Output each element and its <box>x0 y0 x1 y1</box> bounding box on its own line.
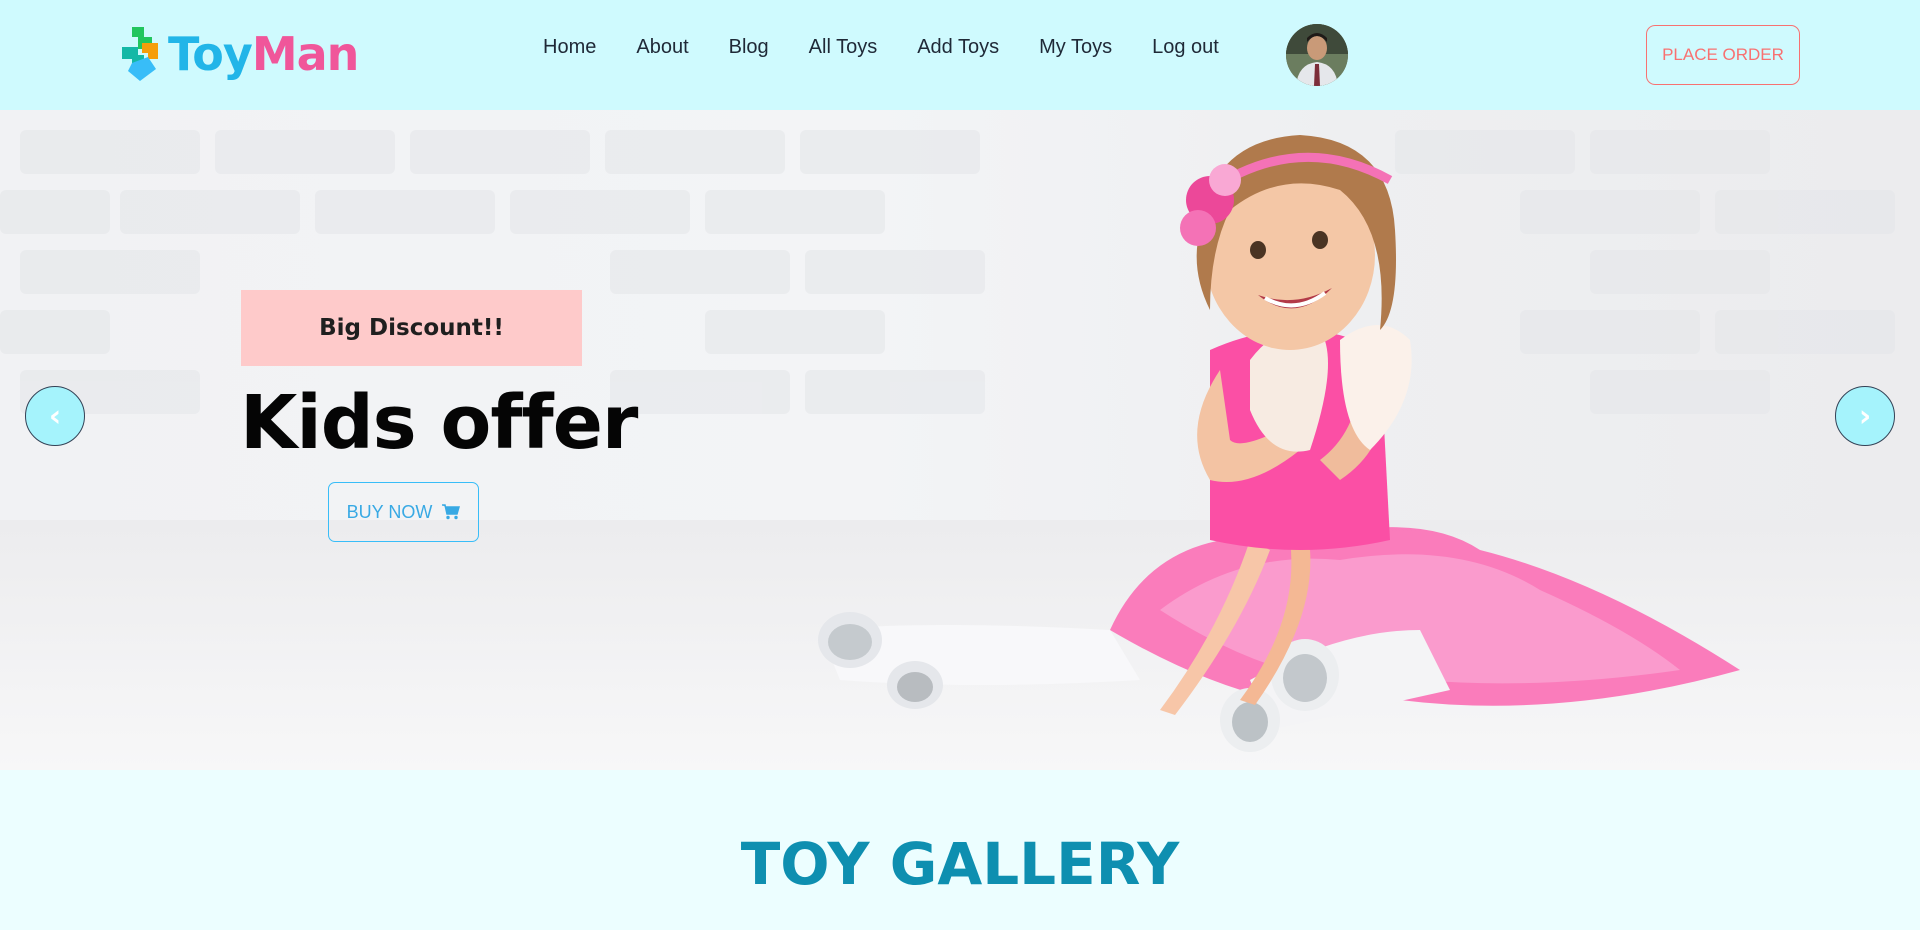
carousel-next-button[interactable]: › <box>1835 386 1895 446</box>
brand-name: ToyMan <box>168 27 360 81</box>
main-nav: Home About Blog All Toys Add Toys My Toy… <box>543 36 1219 59</box>
navbar: ToyMan Home About Blog All Toys Add Toys… <box>0 0 1920 110</box>
brand-name-part2: Man <box>251 27 360 81</box>
nav-blog[interactable]: Blog <box>729 36 769 59</box>
user-photo <box>1286 24 1348 86</box>
buy-now-label: BUY NOW <box>346 501 433 522</box>
user-avatar[interactable] <box>1286 24 1348 86</box>
nav-about[interactable]: About <box>636 36 688 59</box>
chevron-left-icon: ‹ <box>48 398 62 434</box>
nav-all-toys[interactable]: All Toys <box>809 36 878 59</box>
hero-carousel: Big Discount!! Kids offer BUY NOW ‹ › <box>0 110 1920 770</box>
cart-icon <box>442 504 461 520</box>
discount-badge-text: Big Discount!! <box>319 315 504 341</box>
nav-home[interactable]: Home <box>543 36 596 59</box>
brand-logo[interactable]: ToyMan <box>118 22 360 86</box>
puzzle-logo-icon <box>122 27 158 81</box>
hero-image-girl-ballerina <box>818 135 1740 752</box>
place-order-button[interactable]: PLACE ORDER <box>1646 25 1800 85</box>
hero-title: Kids offer <box>240 380 638 466</box>
discount-badge: Big Discount!! <box>241 290 582 366</box>
chevron-right-icon: › <box>1858 398 1872 434</box>
toy-gallery-section: TOY GALLERY <box>0 770 1920 930</box>
buy-now-button[interactable]: BUY NOW <box>328 482 479 542</box>
carousel-prev-button[interactable]: ‹ <box>25 386 85 446</box>
nav-log-out[interactable]: Log out <box>1152 36 1219 59</box>
nav-add-toys[interactable]: Add Toys <box>917 36 999 59</box>
nav-my-toys[interactable]: My Toys <box>1039 36 1112 59</box>
brand-name-part1: Toy <box>168 27 253 81</box>
gallery-title: TOY GALLERY <box>740 830 1180 898</box>
